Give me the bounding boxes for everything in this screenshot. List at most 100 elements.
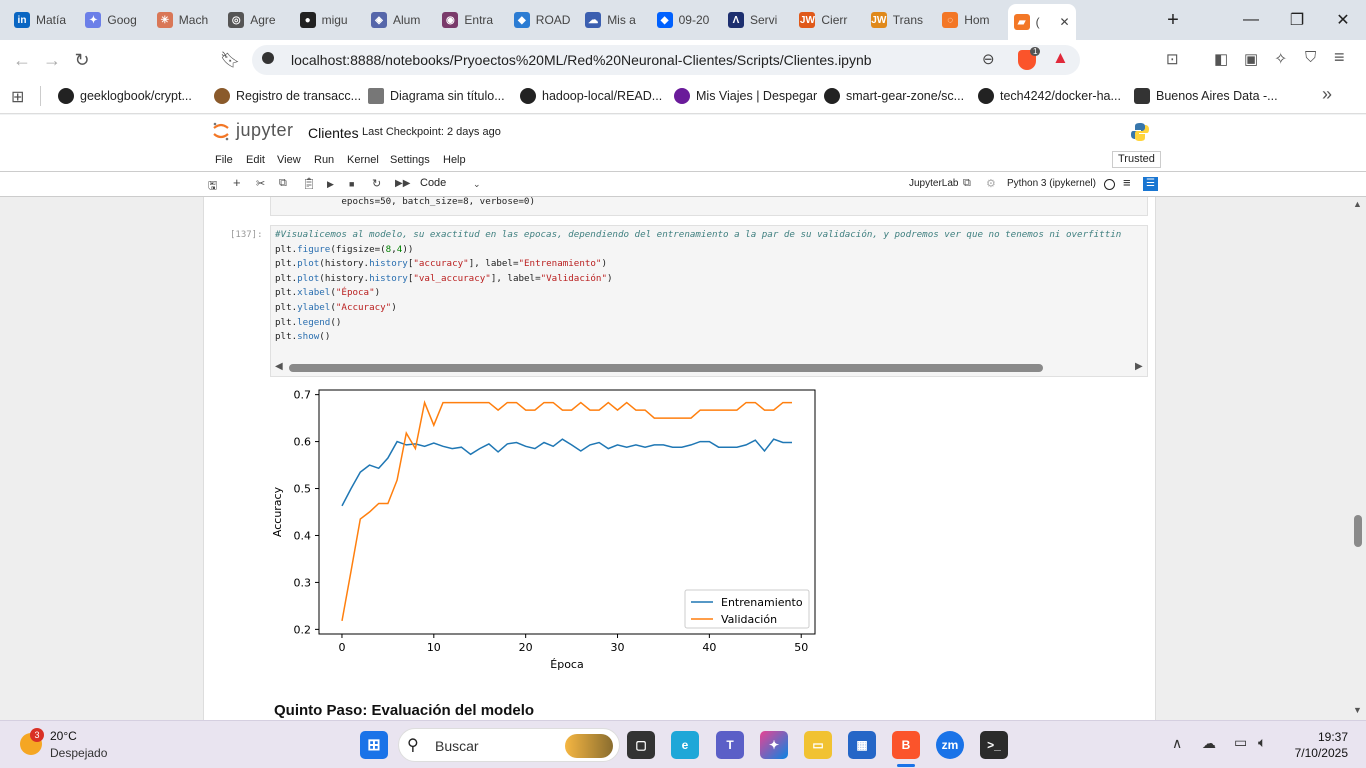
menu-settings[interactable]: Settings (390, 154, 430, 166)
maximize-button[interactable]: ❐ (1274, 0, 1320, 40)
browser-tab[interactable]: ✳ Mach (151, 6, 217, 34)
forward-icon[interactable]: → (40, 48, 64, 72)
menu-run[interactable]: Run (314, 154, 334, 166)
scrollbar-thumb[interactable] (1354, 515, 1362, 547)
bookmark-item[interactable]: geeklogbook/crypt... (58, 88, 192, 104)
file-explorer-icon[interactable]: ▭ (804, 731, 832, 759)
network-icon[interactable]: ▭ (1234, 734, 1247, 751)
bookmark-item[interactable]: Buenos Aires Data -... (1134, 88, 1278, 104)
task-view-icon[interactable]: ▢ (627, 731, 655, 759)
zoom-icon[interactable]: ⊖ (982, 50, 995, 68)
scroll-up-icon[interactable]: ▲ (1353, 199, 1362, 209)
vpn-icon[interactable]: ⛉ (1305, 49, 1316, 66)
brave-taskbar-icon[interactable]: B (892, 731, 920, 759)
scroll-left-icon[interactable]: ◀ (275, 361, 283, 372)
browser-tab[interactable]: ☁ Mis a (579, 6, 645, 34)
copy-icon[interactable]: ⧉ (279, 177, 287, 190)
apps-grid-icon[interactable]: ⊞ (11, 87, 24, 107)
trusted-indicator[interactable]: Trusted (1112, 151, 1161, 168)
paste-icon[interactable]: 📋︎ (302, 177, 316, 190)
terminal-icon[interactable]: >_ (980, 731, 1008, 759)
clock-date[interactable]: 7/10/2025 (1282, 746, 1348, 760)
stop-icon[interactable]: ■ (349, 179, 354, 189)
browser-tab[interactable]: ◉ Entra (436, 6, 502, 34)
settings-gear-icon[interactable]: ⚙ (986, 177, 996, 190)
bookmark-item[interactable]: tech4242/docker-ha... (978, 88, 1121, 104)
previous-code-cell[interactable]: epochs=50, batch_size=8, verbose=0) (270, 197, 1148, 216)
insert-cell-icon[interactable]: + (233, 175, 241, 190)
run-icon[interactable]: ▶ (327, 179, 334, 190)
search-box[interactable]: ⚲ Buscar (398, 728, 620, 762)
browser-tab[interactable]: ◌ Hom (936, 6, 1002, 34)
leo-ai-icon[interactable]: ✧ (1274, 49, 1287, 69)
back-icon[interactable]: ← (10, 48, 34, 72)
teams-icon[interactable]: T (716, 731, 744, 759)
copilot-icon[interactable]: ✦ (760, 731, 788, 759)
url-text[interactable]: localhost:8888/notebooks/Pryoectos%20ML/… (291, 52, 872, 68)
external-link-icon[interactable]: ⧉ (963, 177, 971, 190)
menu-kernel[interactable]: Kernel (347, 154, 379, 166)
menu-icon[interactable]: ≡ (1334, 47, 1345, 68)
notebook-view-icon[interactable]: ☰ (1143, 177, 1158, 191)
store-icon[interactable]: ▦ (848, 731, 876, 759)
menu-edit[interactable]: Edit (246, 154, 265, 166)
browser-tab[interactable]: ✦ Goog (79, 6, 145, 34)
bookmark-icon[interactable]: 🔖︎ (218, 48, 242, 72)
browser-tab[interactable]: JW Trans (865, 6, 931, 34)
edge-icon[interactable]: e (671, 731, 699, 759)
wallet-icon[interactable]: ▣ (1244, 50, 1258, 68)
reload-icon[interactable]: ↻ (70, 48, 94, 72)
minimize-button[interactable]: — (1228, 0, 1274, 40)
zoom-app-icon[interactable]: zm (936, 731, 964, 759)
sidebar-icon[interactable]: ◧ (1214, 50, 1228, 68)
brave-rewards-icon[interactable]: ▲ (1052, 48, 1069, 68)
site-info-icon[interactable] (262, 52, 274, 64)
browser-tab[interactable]: Λ Servi (722, 6, 788, 34)
menu-file[interactable]: File (215, 154, 233, 166)
browser-tab[interactable]: in Matía (8, 6, 74, 34)
toc-menu-icon[interactable]: ≡ (1123, 175, 1131, 190)
fast-forward-icon[interactable]: ▶▶ (395, 178, 410, 189)
bookmark-item[interactable]: hadoop-local/READ... (520, 88, 662, 104)
tab-search-icon[interactable]: ⊡ (1166, 50, 1179, 68)
menu-view[interactable]: View (277, 154, 301, 166)
tab-close-icon[interactable]: ✕ (1060, 15, 1070, 29)
jupyterlab-link[interactable]: JupyterLab (909, 178, 958, 189)
volume-icon[interactable]: 🔈︎ (1258, 734, 1266, 751)
browser-tab[interactable]: ● migu (294, 6, 360, 34)
page-scrollbar[interactable]: ▲ ▼ (1350, 197, 1366, 720)
browser-tab[interactable]: ◎ Agre (222, 6, 288, 34)
browser-tab[interactable]: JW Cierr (793, 6, 859, 34)
chevron-up-icon[interactable]: ∧ (1172, 735, 1182, 752)
bookmark-item[interactable]: smart-gear-zone/sc... (824, 88, 964, 104)
cut-icon[interactable]: ✂ (256, 177, 265, 190)
chevron-down-icon[interactable]: ⌄ (473, 179, 481, 190)
scrollbar-thumb[interactable] (289, 364, 1043, 372)
onedrive-icon[interactable]: ☁ (1202, 735, 1216, 752)
menu-help[interactable]: Help (443, 154, 466, 166)
scroll-right-icon[interactable]: ▶ (1135, 361, 1143, 372)
start-windows-icon[interactable]: ⊞ (360, 731, 388, 759)
new-tab-button[interactable]: + (1155, 0, 1191, 40)
restart-icon[interactable]: ↻ (372, 177, 381, 190)
window-close-button[interactable]: ✕ (1320, 0, 1366, 40)
browser-tab[interactable]: ◈ Alum (365, 6, 431, 34)
chevron-right-icon[interactable]: » (1322, 84, 1332, 105)
save-icon[interactable]: 🖫︎ (208, 177, 217, 196)
cell-type-select[interactable]: Code (420, 177, 446, 189)
bookmark-item[interactable]: Diagrama sin título... (368, 88, 505, 104)
scroll-down-icon[interactable]: ▼ (1353, 705, 1362, 715)
notebook-name[interactable]: Clientes (308, 125, 359, 141)
clock-time[interactable]: 19:37 (1290, 730, 1348, 744)
bookmark-item[interactable]: Mis Viajes | Despegar (674, 88, 817, 104)
weather-temp[interactable]: 20°C (50, 729, 77, 743)
jupyter-logo-icon[interactable] (211, 120, 231, 142)
kernel-name[interactable]: Python 3 (ipykernel) (1007, 178, 1096, 189)
code-cell[interactable]: #Visualicemos al modelo, su exactitud en… (270, 225, 1148, 377)
horizontal-scrollbar[interactable]: ◀ ▶ (271, 360, 1147, 376)
browser-tab[interactable]: ▰ (✕ (1007, 4, 1076, 40)
browser-tab[interactable]: ◆ ROAD (508, 6, 574, 34)
code-editor[interactable]: #Visualicemos al modelo, su exactitud en… (275, 228, 1145, 345)
bookmark-item[interactable]: Registro de transacc... (214, 88, 361, 104)
browser-tab[interactable]: ◆ 09-20 (651, 6, 717, 34)
